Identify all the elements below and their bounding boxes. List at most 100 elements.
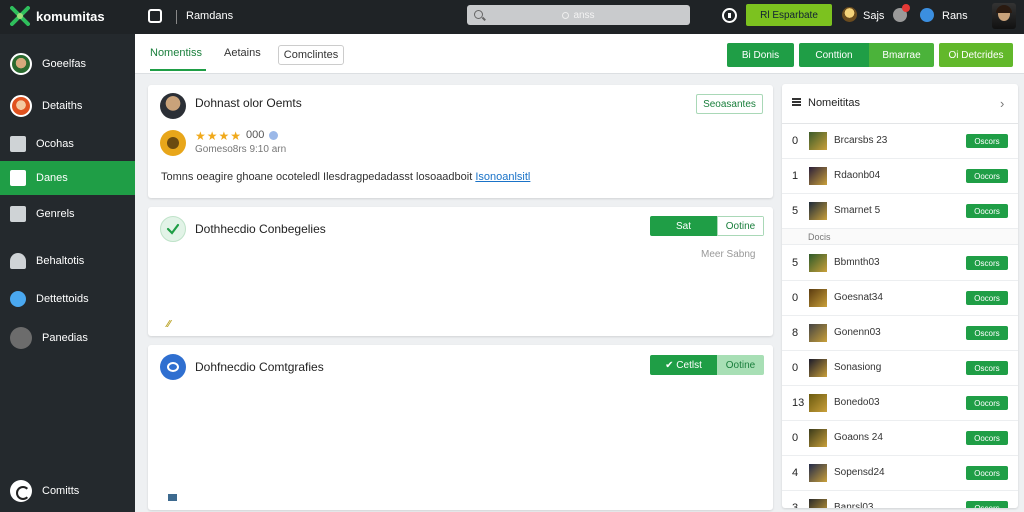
description-text: Tomns oeagire ghoane ocoteledl Ilesdragp… [161,171,473,183]
check-circle-icon [160,216,186,242]
action-button-3[interactable]: Oi Detcrides [939,43,1013,67]
card-action-button[interactable]: Seoasantes [696,94,763,114]
list-item-number: 0 [792,135,799,147]
sidebar-item-2[interactable]: Ocohas [0,127,135,161]
logo-icon [10,6,30,26]
divider [176,10,177,24]
list-item-name: Sopensd24 [834,467,885,478]
sidebar-item-label: Behaltotis [36,255,85,267]
profile-icon[interactable] [920,8,934,22]
chat-icon[interactable] [722,8,737,23]
card-title: Dothhecdio Conbegelies [195,222,326,236]
sidebar: Goeelfas Detaiths Ocohas Danes Genrels B… [0,34,135,512]
list-item-number: 1 [792,170,799,182]
status-badge[interactable]: Oscors [966,326,1008,340]
status-badge[interactable]: Oscors [966,361,1008,375]
small-square-icon [168,494,177,501]
sidebar-item-label: Genrels [36,208,75,220]
search-input[interactable]: anss [467,5,690,25]
active-tab-indicator [150,69,206,71]
list-item[interactable]: 13 Bonedo03 Oocors [782,386,1018,421]
top-link[interactable]: Ramdans [186,10,233,22]
action-button-0[interactable]: Bi Donis [727,43,794,67]
tab-outline-button[interactable]: Comclintes [278,45,344,65]
sidebar-item-6[interactable]: Dettettoids [0,282,135,316]
search-icon [474,10,483,19]
info-icon[interactable] [269,131,278,140]
list-item-number: 0 [792,292,799,304]
thumbnail-image [809,429,827,447]
segment-left[interactable]: Sat [650,216,717,236]
search-placeholder: anss [573,9,595,21]
list-item-name: Brcarsbs 23 [834,135,888,146]
list-item-name: Goesnat34 [834,292,883,303]
sidebar-item-5[interactable]: Behaltotis [0,244,135,278]
rating-value: 000 [246,129,265,141]
thumbnail-image [809,132,827,150]
sidebar-item-label: Danes [36,172,68,184]
action-button-1[interactable]: Conttion [799,43,869,67]
list-item[interactable]: 5 Bbmnth03 Oscors [782,246,1018,281]
app-name: komumitas [36,8,105,24]
status-badge[interactable]: Oocors [966,291,1008,305]
config-card-2: Dohfnecdio Comtgrafies ✔ Cetlst Ootine [148,345,773,510]
list-item-name: Banrsl03 [834,502,874,508]
segment-right[interactable]: Ootine [717,355,764,375]
list-item-number: 0 [792,432,799,444]
sidebar-item-1[interactable]: Detaiths [0,89,135,123]
thumbnail-image [809,202,827,220]
user-name[interactable]: Sajs [863,10,884,22]
sidebar-item-bottom[interactable]: Comitts [0,474,135,508]
thumbnail-image [809,254,827,272]
list-item[interactable]: 0 Brcarsbs 23 Oscors [782,124,1018,159]
status-badge[interactable]: Oocors [966,169,1008,183]
avatar [10,53,32,75]
right-panel: Nomeititas › 0 Brcarsbs 23 Oscors 1 Rdaonb04… [782,84,1018,508]
cta-button[interactable]: Rl Esparbate [746,4,832,26]
status-badge[interactable]: Oscors [966,256,1008,270]
segment-left[interactable]: ✔ Cetlst [650,355,717,375]
status-badge[interactable]: Oocors [966,396,1008,410]
status-badge[interactable]: Oscors [966,134,1008,148]
list-item[interactable]: 5 Smarnet 5 Oocors [782,194,1018,229]
notification-badge [902,4,910,12]
list-item[interactable]: 0 Sonasiong Oscors [782,351,1018,386]
app-logo[interactable]: komumitas [10,6,105,26]
folder-icon [10,206,26,222]
description-link[interactable]: Isonoanlsitl [475,171,530,183]
screen-icon[interactable] [148,9,162,23]
list-item[interactable]: 3 Banrsl03 Oscors [782,491,1018,508]
list-item[interactable]: 1 Rdaonb04 Oocors [782,159,1018,194]
sidebar-item-4[interactable]: Genrels [0,197,135,231]
menu-icon[interactable] [792,98,801,106]
list-item[interactable]: 8 Gonenn03 Oscors [782,316,1018,351]
list-item-number: 5 [792,257,799,269]
status-badge[interactable]: Oocors [966,431,1008,445]
list-item[interactable]: 0 Goesnat34 Oocors [782,281,1018,316]
card-meta: Gomeso8rs 9:10 arn [195,144,287,155]
thumbnail-image [809,324,827,342]
segment-right[interactable]: Ootine [717,216,764,236]
action-button-2[interactable]: Bmarrae [869,43,934,67]
list-item-name: Smarnet 5 [834,205,881,216]
sidebar-item-3[interactable]: Danes [0,161,135,195]
list-item[interactable]: 4 Sopensd24 Oocors [782,456,1018,491]
status-badge[interactable]: Oocors [966,204,1008,218]
tab-1[interactable]: Aetains [224,47,261,59]
sidebar-item-7[interactable]: Panedias [0,321,135,355]
store-icon [10,170,26,186]
profile-name[interactable]: Rans [942,10,968,22]
status-badge[interactable]: Oocors [966,466,1008,480]
chevron-right-icon[interactable]: › [1000,96,1004,111]
list-item-number: 0 [792,362,799,374]
sidebar-item-0[interactable]: Goeelfas [0,47,135,81]
thumbnail-image [809,499,827,508]
tab-0[interactable]: Nomentiss [150,47,202,59]
tab-bar: Nomentiss Aetains Comclintes Bi Donis Co… [135,34,1024,74]
sidebar-item-label: Ocohas [36,138,74,150]
status-badge[interactable]: Oscors [966,501,1008,508]
user-photo[interactable] [992,3,1016,29]
list-section-divider: Docis [782,229,1018,245]
user-avatar[interactable] [842,7,857,22]
list-item[interactable]: 0 Goaons 24 Oocors [782,421,1018,456]
